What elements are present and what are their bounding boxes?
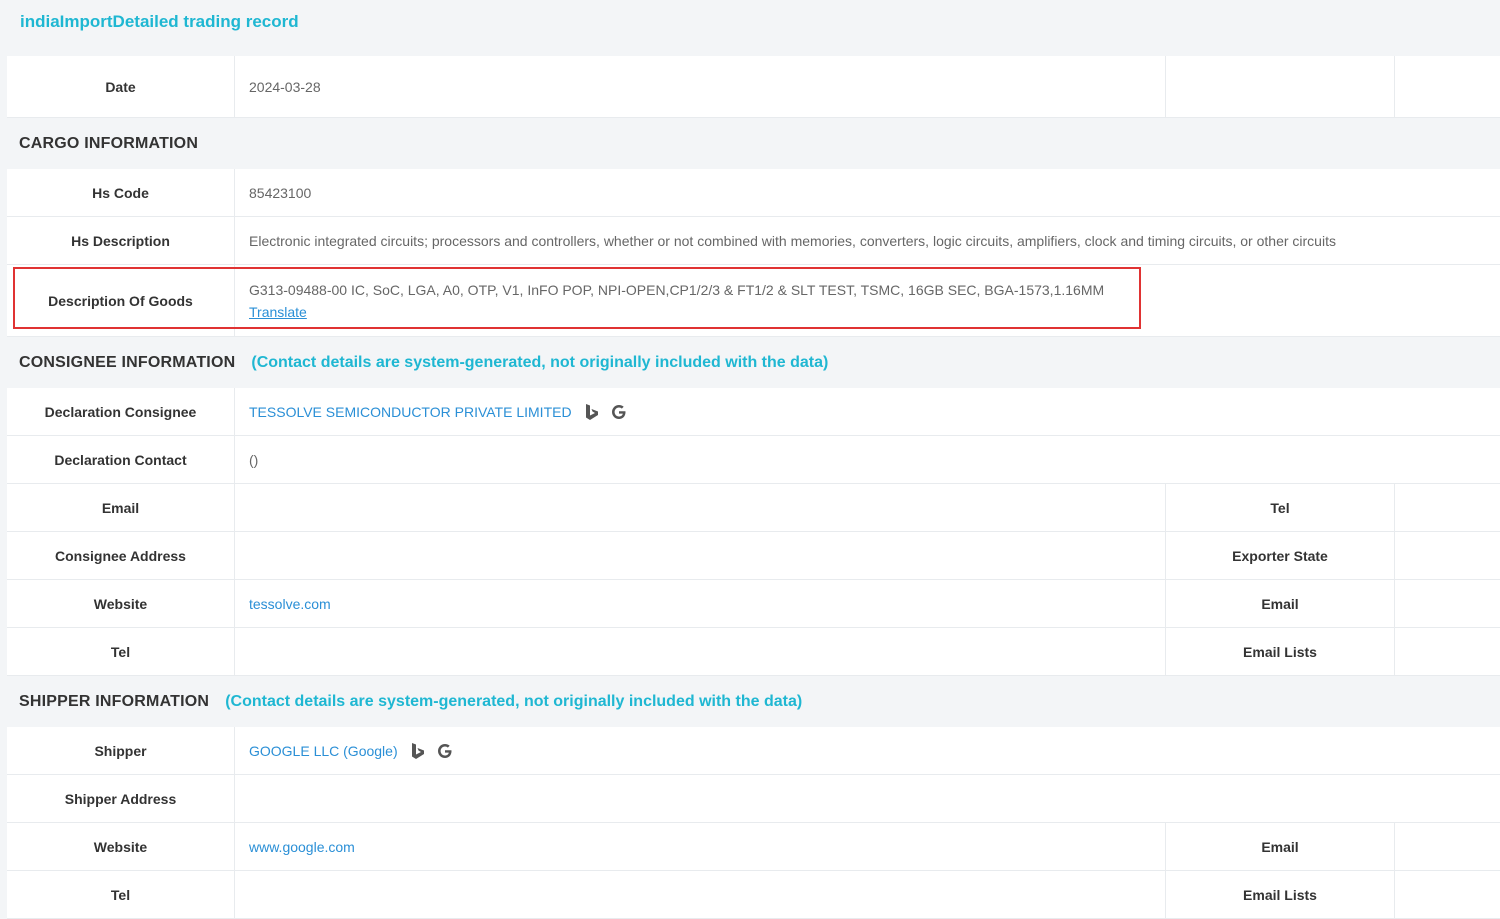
hs-description-row: Hs Description Electronic integrated cir… (7, 217, 1500, 265)
shipper-tel-value (249, 871, 1162, 918)
consignee-tel-row: Tel Email Lists (7, 628, 1500, 676)
declaration-contact-label: Declaration Contact (7, 436, 235, 483)
consignee-email-label: Email (7, 484, 235, 531)
consignee-website-row: Website tessolve.com Email (7, 580, 1500, 628)
declaration-consignee-row: Declaration Consignee TESSOLVE SEMICONDU… (7, 388, 1500, 436)
trading-record-panel: Date 2024-03-28 CARGO INFORMATION Hs Cod… (7, 56, 1500, 919)
bing-icon[interactable] (410, 742, 426, 760)
date-row-mid-cell (1165, 56, 1395, 117)
shipper-section-title: SHIPPER INFORMATION (19, 692, 210, 710)
shipper-website-value-cell: www.google.com (249, 823, 1162, 870)
goods-description-value: G313-09488-00 IC, SoC, LGA, A0, OTP, V1,… (249, 281, 1105, 298)
shipper-address-label: Shipper Address (7, 775, 235, 822)
consignee-address-row: Consignee Address Exporter State (7, 532, 1500, 580)
consignee-section-title: CONSIGNEE INFORMATION (19, 353, 236, 371)
hs-description-value: Electronic integrated circuits; processo… (249, 232, 1336, 249)
translate-link[interactable]: Translate (249, 304, 1500, 320)
consignee-address-value (249, 532, 1162, 579)
shipper-row: Shipper GOOGLE LLC (Google) (7, 727, 1500, 775)
shipper-section-note: (Contact details are system-generated, n… (225, 692, 803, 710)
consignee-website-value-cell: tessolve.com (249, 580, 1162, 627)
consignee-tel2-label: Tel (7, 628, 235, 675)
shipper-value-cell: GOOGLE LLC (Google) (249, 727, 1500, 774)
consignee-section-header: CONSIGNEE INFORMATION (Contact details a… (7, 337, 1500, 388)
shipper-section-header: SHIPPER INFORMATION (Contact details are… (7, 676, 1500, 727)
shipper-address-value (249, 775, 1500, 822)
consignee-email-lists-label: Email Lists (1165, 628, 1395, 675)
consignee-address-label: Consignee Address (7, 532, 235, 579)
consignee-section-note: (Contact details are system-generated, n… (251, 353, 829, 371)
bing-icon[interactable] (584, 403, 600, 421)
consignee-email-value (249, 484, 1162, 531)
consignee-email-row: Email Tel (7, 484, 1500, 532)
shipper-label: Shipper (7, 727, 235, 774)
shipper-tel-row: Tel Email Lists (7, 871, 1500, 919)
cargo-section-title: CARGO INFORMATION (19, 134, 199, 152)
exporter-state-label: Exporter State (1165, 532, 1395, 579)
declaration-contact-value: () (249, 451, 259, 468)
consignee-website-link[interactable]: tessolve.com (249, 596, 331, 612)
shipper-email-lists-label: Email Lists (1165, 871, 1395, 918)
shipper-website-link[interactable]: www.google.com (249, 839, 355, 855)
page-title: indiaImportDetailed trading record (20, 12, 299, 31)
declaration-consignee-label: Declaration Consignee (7, 388, 235, 435)
shipper-website-row: Website www.google.com Email (7, 823, 1500, 871)
shipper-email-label: Email (1165, 823, 1395, 870)
shipper-link[interactable]: GOOGLE LLC (Google) (249, 743, 398, 759)
date-label: Date (7, 56, 235, 117)
declaration-consignee-link[interactable]: TESSOLVE SEMICONDUCTOR PRIVATE LIMITED (249, 404, 572, 420)
hs-code-value: 85423100 (249, 184, 312, 201)
declaration-consignee-value-cell: TESSOLVE SEMICONDUCTOR PRIVATE LIMITED (249, 388, 1500, 435)
declaration-contact-row: Declaration Contact () (7, 436, 1500, 484)
date-row: Date 2024-03-28 (7, 56, 1500, 118)
consignee-website-label: Website (7, 580, 235, 627)
consignee-tel-label: Tel (1165, 484, 1395, 531)
shipper-website-label: Website (7, 823, 235, 870)
cargo-section-header: CARGO INFORMATION (7, 118, 1500, 169)
consignee-tel2-value (249, 628, 1162, 675)
shipper-tel-label: Tel (7, 871, 235, 918)
hs-code-label: Hs Code (7, 169, 235, 216)
consignee-email2-label: Email (1165, 580, 1395, 627)
google-icon[interactable] (610, 403, 628, 421)
hs-description-label: Hs Description (7, 217, 235, 264)
goods-description-label: Description Of Goods (7, 265, 235, 336)
hs-code-row: Hs Code 85423100 (7, 169, 1500, 217)
google-icon[interactable] (436, 742, 454, 760)
goods-description-value-cell: G313-09488-00 IC, SoC, LGA, A0, OTP, V1,… (249, 265, 1500, 336)
date-value: 2024-03-28 (249, 78, 321, 95)
goods-description-row: Description Of Goods G313-09488-00 IC, S… (7, 265, 1500, 337)
shipper-address-row: Shipper Address (7, 775, 1500, 823)
